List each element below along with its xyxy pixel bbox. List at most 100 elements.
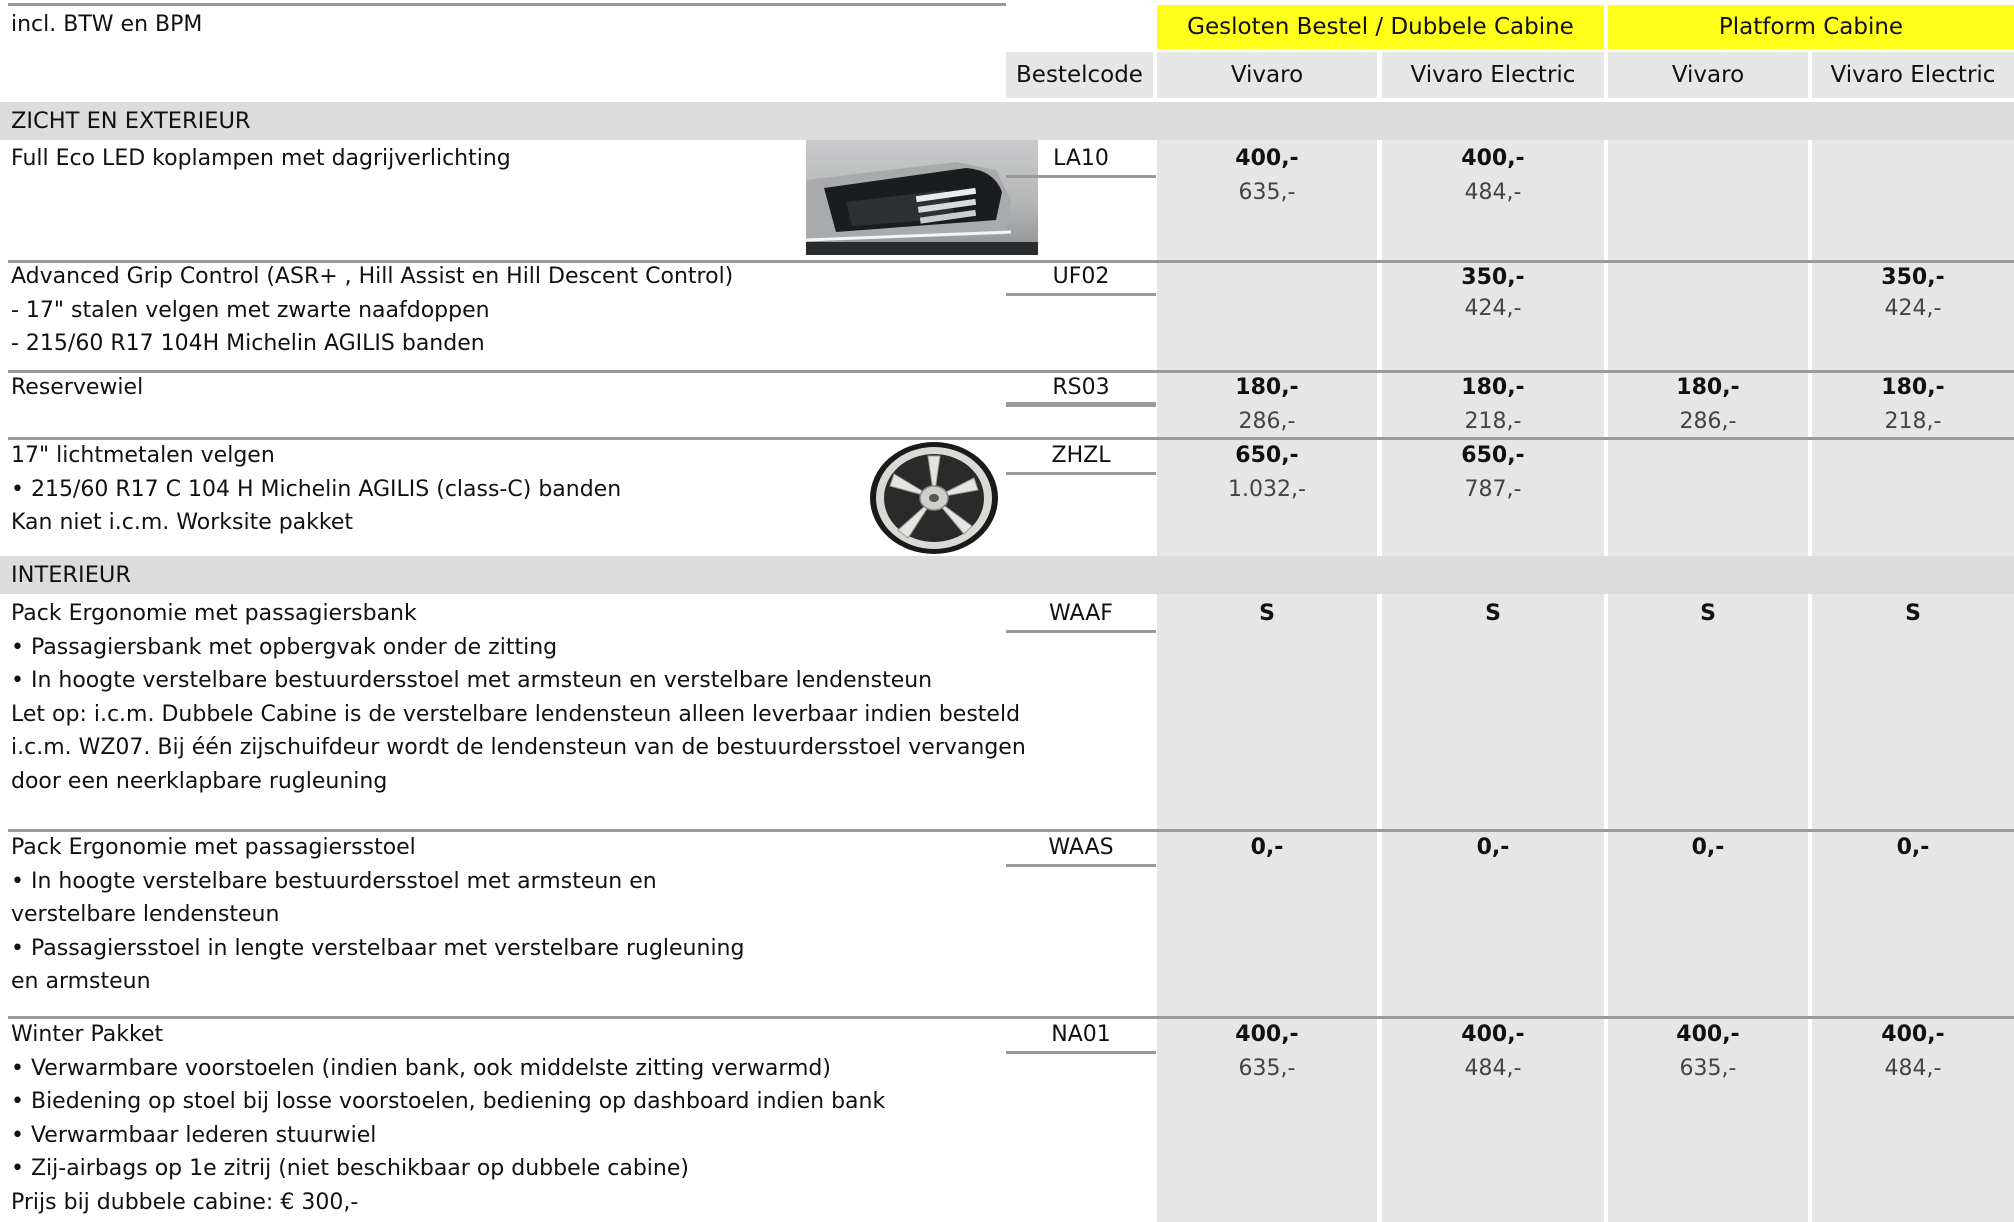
option-detail: • Passagiersbank met opbergvak onder de … bbox=[11, 634, 558, 660]
price-sub: 218,- bbox=[1884, 408, 1942, 434]
led-headlight-image bbox=[806, 140, 1038, 255]
column-header-vivaro-1: Vivaro bbox=[1157, 52, 1377, 98]
price-cell: 180,- 286,- bbox=[1157, 371, 1377, 438]
price-main: 350,- bbox=[1881, 265, 1945, 290]
order-code-zhzl: ZHZL bbox=[1006, 439, 1156, 475]
price-main: S bbox=[1485, 601, 1501, 626]
order-code-la10: LA10 bbox=[1006, 142, 1156, 178]
price-main: 180,- bbox=[1881, 375, 1945, 400]
price-sub: 635,- bbox=[1238, 1055, 1296, 1081]
alloy-wheel-image bbox=[868, 440, 1000, 556]
price-sub: 484,- bbox=[1884, 1055, 1942, 1081]
option-detail: • Biedening op stoel bij losse voorstoel… bbox=[11, 1089, 886, 1114]
price-cell: 0,- bbox=[1157, 831, 1377, 865]
group-header-platform-cab: Platform Cabine bbox=[1608, 5, 2014, 49]
price-sub: 635,- bbox=[1238, 179, 1296, 205]
price-main: 180,- bbox=[1676, 375, 1740, 400]
option-detail: • Zij-airbags op 1e zitrij (niet beschik… bbox=[11, 1156, 689, 1181]
price-cell: 650,- 1.032,- bbox=[1157, 439, 1377, 506]
option-detail: • Passagiersstoel in lengte verstelbaar … bbox=[11, 935, 745, 961]
price-main: S bbox=[1905, 601, 1921, 626]
price-cell: 180,- 286,- bbox=[1608, 371, 1808, 438]
price-main: 400,- bbox=[1461, 1022, 1525, 1047]
price-sub: 218,- bbox=[1464, 408, 1522, 434]
option-description-na01: Winter Pakket • Verwarmbare voorstoelen … bbox=[0, 1018, 885, 1219]
option-detail: Kan niet i.c.m. Worksite pakket bbox=[11, 510, 354, 535]
price-cell: 400,- 484,- bbox=[1382, 1018, 1604, 1085]
price-cell: 400,- 635,- bbox=[1157, 142, 1377, 209]
option-detail: Let op: i.c.m. Dubbele Cabine is de vers… bbox=[11, 701, 1021, 727]
standard-marker: S bbox=[1608, 597, 1808, 631]
option-title: 17" lichtmetalen velgen bbox=[11, 443, 275, 468]
order-code-na01: NA01 bbox=[1006, 1018, 1156, 1054]
option-title: Advanced Grip Control (ASR+ , Hill Assis… bbox=[11, 264, 734, 289]
wheel-drawing bbox=[870, 442, 998, 554]
order-code-uf02: UF02 bbox=[1006, 260, 1156, 296]
price-main: 0,- bbox=[1896, 835, 1930, 860]
price-cell: 180,- 218,- bbox=[1382, 371, 1604, 438]
option-description-rs03: Reservewiel bbox=[0, 371, 143, 405]
price-sub: 424,- bbox=[1884, 296, 1942, 321]
option-title: Pack Ergonomie met passagiersbank bbox=[11, 601, 417, 626]
option-detail: Prijs bij dubbele cabine: € 300,- bbox=[11, 1189, 359, 1215]
price-sub: 484,- bbox=[1464, 1055, 1522, 1081]
price-cell: 400,- 635,- bbox=[1157, 1018, 1377, 1085]
headlight-drawing bbox=[806, 162, 1038, 255]
group-header-closed-van: Gesloten Bestel / Dubbele Cabine bbox=[1157, 5, 1604, 49]
price-main: 180,- bbox=[1461, 375, 1525, 400]
option-title: Full Eco LED koplampen met dagrijverlich… bbox=[11, 146, 511, 171]
price-main: 180,- bbox=[1235, 375, 1299, 400]
price-cell: 400,- 484,- bbox=[1382, 142, 1604, 209]
option-detail: verstelbare lendensteun bbox=[11, 902, 280, 927]
option-detail: • 215/60 R17 C 104 H Michelin AGILIS (cl… bbox=[11, 476, 622, 502]
price-main: 650,- bbox=[1461, 443, 1525, 468]
option-detail: door een neerklapbare rugleuning bbox=[11, 768, 388, 794]
price-main: 650,- bbox=[1235, 443, 1299, 468]
option-detail: • In hoogte verstelbare bestuurdersstoel… bbox=[11, 868, 657, 894]
price-sub: 484,- bbox=[1464, 179, 1522, 205]
price-sub: 286,- bbox=[1238, 408, 1296, 434]
price-cell: 0,- bbox=[1812, 831, 2014, 865]
price-cell: 400,- 635,- bbox=[1608, 1018, 1808, 1085]
price-main: 400,- bbox=[1235, 1022, 1299, 1047]
column-header-vivaro-2: Vivaro bbox=[1608, 52, 1808, 98]
top-rule bbox=[8, 3, 1006, 6]
option-detail: - 17" stalen velgen met zwarte naafdoppe… bbox=[11, 297, 490, 323]
price-cell: 400,- 484,- bbox=[1812, 1018, 2014, 1085]
price-sub: 424,- bbox=[1464, 296, 1522, 321]
price-main: 400,- bbox=[1881, 1022, 1945, 1047]
price-main: 400,- bbox=[1676, 1022, 1740, 1047]
option-description-la10: Full Eco LED koplampen met dagrijverlich… bbox=[0, 142, 511, 176]
price-main: S bbox=[1700, 601, 1716, 626]
price-main: 0,- bbox=[1250, 835, 1284, 860]
option-detail: • Verwarmbaar lederen stuurwiel bbox=[11, 1122, 377, 1148]
column-header-vivaro-electric-1: Vivaro Electric bbox=[1382, 52, 1604, 98]
price-cell: 180,- 218,- bbox=[1812, 371, 2014, 438]
code-underline bbox=[1006, 402, 1156, 405]
standard-marker: S bbox=[1382, 597, 1604, 631]
column-header-vivaro-electric-2: Vivaro Electric bbox=[1812, 52, 2014, 98]
option-detail: i.c.m. WZ07. Bij één zijschuifdeur wordt… bbox=[11, 735, 1026, 760]
standard-marker: S bbox=[1812, 597, 2014, 631]
price-main: 400,- bbox=[1461, 146, 1525, 171]
price-main: 350,- bbox=[1461, 265, 1525, 290]
price-sub: 635,- bbox=[1679, 1055, 1737, 1081]
price-cell: 650,- 787,- bbox=[1382, 439, 1604, 506]
option-detail: en armsteun bbox=[11, 969, 151, 994]
option-detail: • Verwarmbare voorstoelen (indien bank, … bbox=[11, 1055, 831, 1081]
price-main: S bbox=[1259, 601, 1275, 626]
price-cell: 0,- bbox=[1608, 831, 1808, 865]
price-sub: 286,- bbox=[1679, 408, 1737, 434]
option-detail: • In hoogte verstelbare bestuurdersstoel… bbox=[11, 668, 933, 693]
option-description-uf02: Advanced Grip Control (ASR+ , Hill Assis… bbox=[0, 260, 733, 361]
order-code-waas: WAAS bbox=[1006, 831, 1156, 867]
price-main: 400,- bbox=[1235, 146, 1299, 171]
option-description-waas: Pack Ergonomie met passagiersstoel • In … bbox=[0, 831, 744, 999]
option-title: Pack Ergonomie met passagiersstoel bbox=[11, 835, 416, 860]
option-description-zhzl: 17" lichtmetalen velgen • 215/60 R17 C 1… bbox=[0, 439, 621, 540]
option-title: Reservewiel bbox=[11, 375, 144, 400]
price-cell: 350,- 424,- bbox=[1382, 262, 1604, 324]
option-title: Winter Pakket bbox=[11, 1022, 164, 1047]
column-header-code: Bestelcode bbox=[1006, 52, 1153, 98]
standard-marker: S bbox=[1157, 597, 1377, 631]
